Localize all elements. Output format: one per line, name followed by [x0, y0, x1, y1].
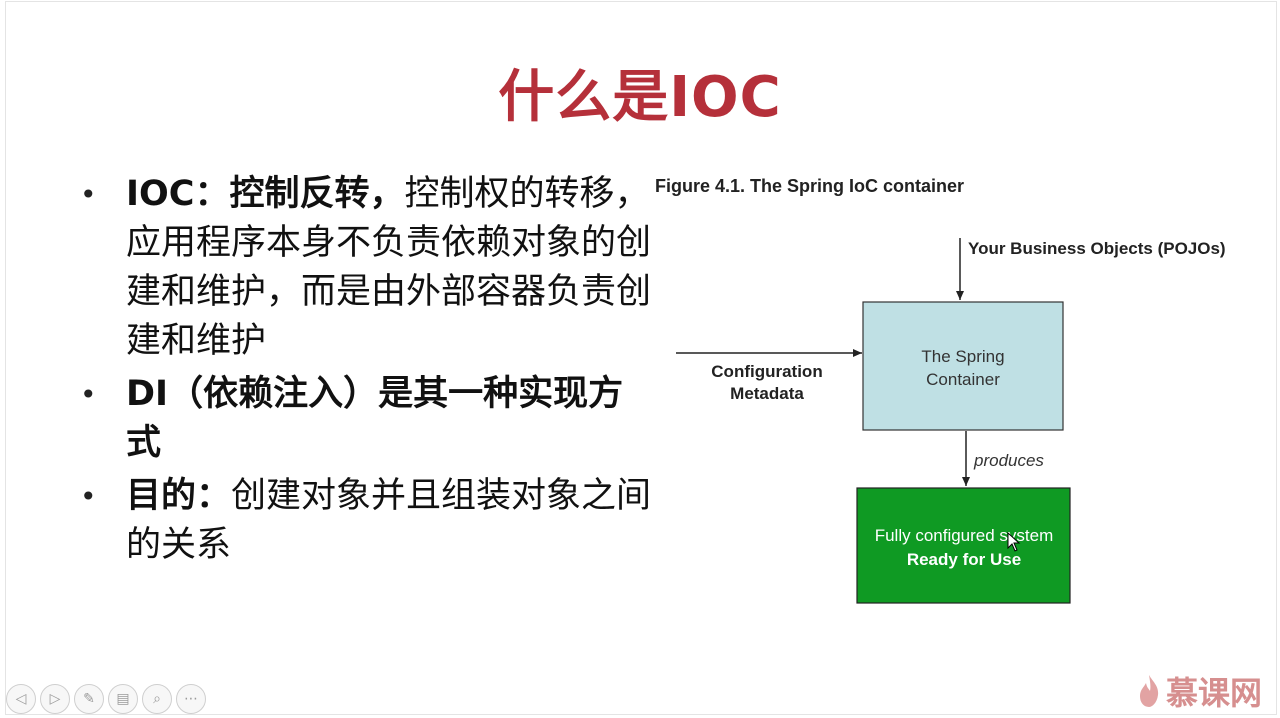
- produces-label: produces: [973, 451, 1044, 470]
- spring-container-box: [862, 301, 1064, 431]
- container-label-line2: Container: [926, 370, 1000, 389]
- pen-tool-button[interactable]: ✎: [74, 684, 104, 714]
- slideshow-nav: ◁ ▷ ✎ ▤ ⌕ ⋯: [6, 684, 206, 714]
- configured-system-box: [856, 487, 1071, 604]
- zoom-button[interactable]: ⌕: [142, 684, 172, 714]
- ioc-container-diagram: Your Business Objects (POJOs) Configurat…: [676, 238, 1226, 604]
- watermark-text: 慕课网: [1166, 674, 1263, 712]
- system-label-line1: Fully configured system: [875, 526, 1054, 545]
- next-slide-button[interactable]: ▷: [40, 684, 70, 714]
- previous-slide-button[interactable]: ◁: [6, 684, 36, 714]
- pojos-label: Your Business Objects (POJOs): [968, 239, 1226, 258]
- config-label-line1: Configuration: [711, 362, 822, 381]
- container-label-line1: The Spring: [921, 347, 1004, 366]
- config-label-line2: Metadata: [730, 384, 804, 403]
- more-options-button[interactable]: ⋯: [176, 684, 206, 714]
- system-label-line2: Ready for Use: [907, 550, 1021, 569]
- slides-menu-button[interactable]: ▤: [108, 684, 138, 714]
- flame-icon: [1140, 675, 1159, 707]
- imooc-watermark: 慕课网: [1138, 668, 1262, 714]
